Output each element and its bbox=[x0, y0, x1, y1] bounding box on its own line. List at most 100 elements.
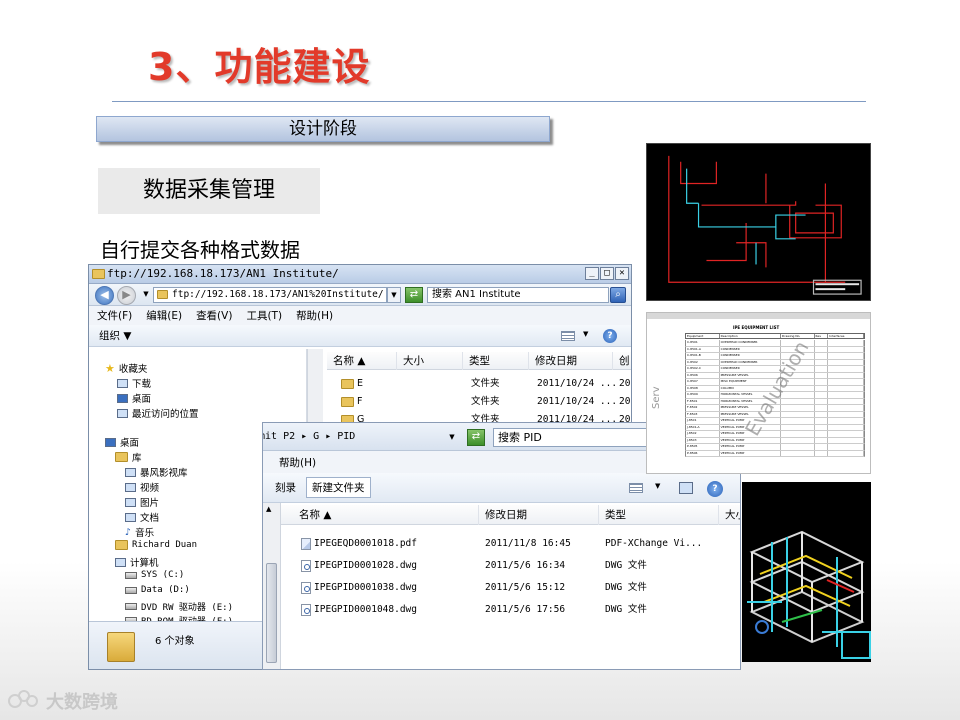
sheet-cell bbox=[815, 392, 829, 398]
tree-computer[interactable]: 计算机 bbox=[115, 555, 159, 569]
minimize-button[interactable]: _ bbox=[585, 267, 599, 280]
sheet-cell bbox=[828, 379, 864, 385]
sheet-column-header: Equipment bbox=[686, 334, 720, 338]
sheet-cell bbox=[828, 359, 864, 365]
view-options-icon[interactable] bbox=[561, 331, 575, 341]
menu-help[interactable]: 帮助(H) bbox=[279, 455, 316, 470]
documents-icon bbox=[125, 512, 136, 522]
address-dropdown[interactable]: ▼ bbox=[387, 287, 401, 303]
sheet-cell bbox=[781, 424, 815, 430]
menu-view[interactable]: 查看(V) bbox=[196, 308, 232, 323]
tree-recent[interactable]: 最近访问的位置 bbox=[117, 406, 199, 420]
menu-tools[interactable]: 工具(T) bbox=[246, 308, 282, 323]
tree-favorites[interactable]: ★ 收藏夹 bbox=[105, 361, 147, 376]
history-dropdown[interactable]: ▼ bbox=[139, 287, 153, 303]
tree-user[interactable]: Richard Duan bbox=[115, 540, 197, 550]
search-input[interactable]: 搜索 AN1 Institute bbox=[427, 287, 609, 303]
col-created[interactable]: 创 bbox=[613, 352, 631, 370]
scrollbar-thumb[interactable] bbox=[266, 563, 277, 663]
sheet-cell: C-8508 bbox=[686, 385, 720, 391]
nav-scrollbar[interactable]: ▲ bbox=[263, 503, 281, 669]
burn-button[interactable]: 刻录 bbox=[275, 480, 296, 495]
col-size[interactable]: 大小 bbox=[397, 352, 463, 370]
col-type[interactable]: 类型 bbox=[599, 505, 719, 525]
sheet-column-header: Drawing No. bbox=[781, 334, 815, 338]
view-options-icon[interactable] bbox=[629, 483, 643, 493]
search-icon[interactable]: ⌕ bbox=[610, 287, 626, 303]
computer-icon bbox=[115, 557, 126, 567]
sheet-cell bbox=[781, 431, 815, 437]
address-bar[interactable]: ftp://192.168.18.173/AN1%20Institute/ bbox=[153, 287, 387, 303]
col-type[interactable]: 类型 bbox=[463, 352, 529, 370]
scroll-up-icon[interactable]: ▲ bbox=[266, 505, 271, 513]
refresh-button[interactable]: ⇄ bbox=[405, 287, 423, 303]
tree-drive-c[interactable]: SYS (C:) bbox=[125, 570, 184, 580]
sheet-cell bbox=[781, 411, 815, 417]
sheet-cell bbox=[828, 385, 864, 391]
address-bar[interactable]: mit P2 ▸ G ▸ PID bbox=[263, 428, 455, 446]
view-dropdown-icon[interactable]: ▼ bbox=[583, 330, 588, 338]
sheet-title: IPE EQUIPMENT LIST bbox=[733, 325, 780, 330]
sheet-cell: C-8502 bbox=[686, 359, 720, 365]
sheet-header-row: Equipment Description Drawing No. Rev Interf… bbox=[685, 333, 865, 339]
slide-title: 3、功能建设 bbox=[148, 45, 371, 89]
sheet-column-header: Interfaces bbox=[828, 334, 864, 338]
tree-documents[interactable]: 文档 bbox=[125, 510, 159, 524]
window-titlebar[interactable]: ftp://192.168.18.173/AN1 Institute/ _ □ … bbox=[89, 265, 631, 284]
close-button[interactable]: ✕ bbox=[615, 267, 629, 280]
tree-downloads[interactable]: 下载 bbox=[117, 376, 151, 390]
col-name[interactable]: 名称 ▲ bbox=[327, 352, 397, 370]
tree-pictures[interactable]: 图片 bbox=[125, 495, 159, 509]
tree-video[interactable]: 视频 bbox=[125, 480, 159, 494]
sheet-cell bbox=[828, 398, 864, 404]
tree-desktop[interactable]: 桌面 bbox=[105, 435, 139, 449]
file-row[interactable]: IPEGPID0001048.dwg 2011/5/6 17:56 DWG 文件 bbox=[281, 601, 740, 619]
tree-drive-d[interactable]: Data (D:) bbox=[125, 585, 190, 595]
downloads-icon bbox=[117, 378, 128, 388]
logo-icon bbox=[8, 690, 42, 712]
refresh-button[interactable]: ⇄ bbox=[467, 429, 485, 446]
forward-button[interactable]: ▶ bbox=[117, 286, 136, 305]
folder-icon bbox=[107, 632, 135, 662]
organize-button[interactable]: 组织 ▼ bbox=[99, 328, 131, 343]
menu-help[interactable]: 帮助(H) bbox=[296, 308, 333, 323]
sheet-cell bbox=[828, 372, 864, 378]
command-bar: 组织 ▼ ▼ ? bbox=[89, 325, 631, 347]
tree-desktop-fav[interactable]: 桌面 bbox=[117, 391, 151, 405]
menu-file[interactable]: 文件(F) bbox=[97, 308, 132, 323]
music-icon: ♪ bbox=[125, 526, 132, 538]
file-row[interactable]: IPEGPID0001028.dwg 2011/5/6 16:34 DWG 文件 bbox=[281, 557, 740, 575]
tree-library[interactable]: 库 bbox=[115, 450, 142, 464]
desktop-icon bbox=[117, 393, 128, 403]
dwg-file-icon bbox=[301, 559, 311, 572]
address-dropdown[interactable]: ▼ bbox=[445, 430, 459, 446]
new-folder-button[interactable]: 新建文件夹 bbox=[306, 477, 371, 498]
sheet-cell bbox=[815, 372, 829, 378]
sheet-row: P-8506 VERTICAL PUMP bbox=[685, 450, 865, 457]
file-row[interactable]: IPEGEQD0001018.pdf 2011/11/8 16:45 PDF-X… bbox=[281, 535, 740, 553]
column-header: 名称 ▲ 修改日期 类型 大小 bbox=[281, 505, 740, 525]
help-icon[interactable]: ? bbox=[707, 481, 723, 497]
help-icon[interactable]: ? bbox=[603, 329, 617, 343]
col-name[interactable]: 名称 ▲ bbox=[281, 505, 479, 525]
sheet-cell: J-8501-A bbox=[686, 424, 720, 430]
file-row[interactable]: IPEGPID0001038.dwg 2011/5/6 15:12 DWG 文件 bbox=[281, 579, 740, 597]
media-library-icon bbox=[125, 467, 136, 477]
menu-edit[interactable]: 编辑(E) bbox=[146, 308, 182, 323]
tree-music[interactable]: ♪ 音乐 bbox=[125, 525, 154, 540]
sheet-cell bbox=[828, 353, 864, 359]
tree-drive-e[interactable]: DVD RW 驱动器 (E:) bbox=[125, 600, 233, 613]
tree-storm-library[interactable]: 暴风影视库 bbox=[125, 465, 188, 479]
view-dropdown-icon[interactable]: ▼ bbox=[655, 482, 660, 490]
col-size[interactable]: 大小 bbox=[719, 505, 740, 525]
list-item[interactable]: F 文件夹 2011/10/24 ... 20 bbox=[327, 393, 631, 411]
phase-banner: 设计阶段 bbox=[96, 116, 550, 142]
sheet-cell bbox=[815, 346, 829, 352]
back-button[interactable]: ◀ bbox=[95, 286, 114, 305]
preview-pane-icon[interactable] bbox=[679, 482, 693, 494]
list-item[interactable]: E 文件夹 2011/10/24 ... 20 bbox=[327, 375, 631, 393]
col-modified[interactable]: 修改日期 bbox=[479, 505, 599, 525]
maximize-button[interactable]: □ bbox=[600, 267, 614, 280]
col-modified[interactable]: 修改日期 bbox=[529, 352, 613, 370]
sheet-cell: C-8509 bbox=[686, 392, 720, 398]
